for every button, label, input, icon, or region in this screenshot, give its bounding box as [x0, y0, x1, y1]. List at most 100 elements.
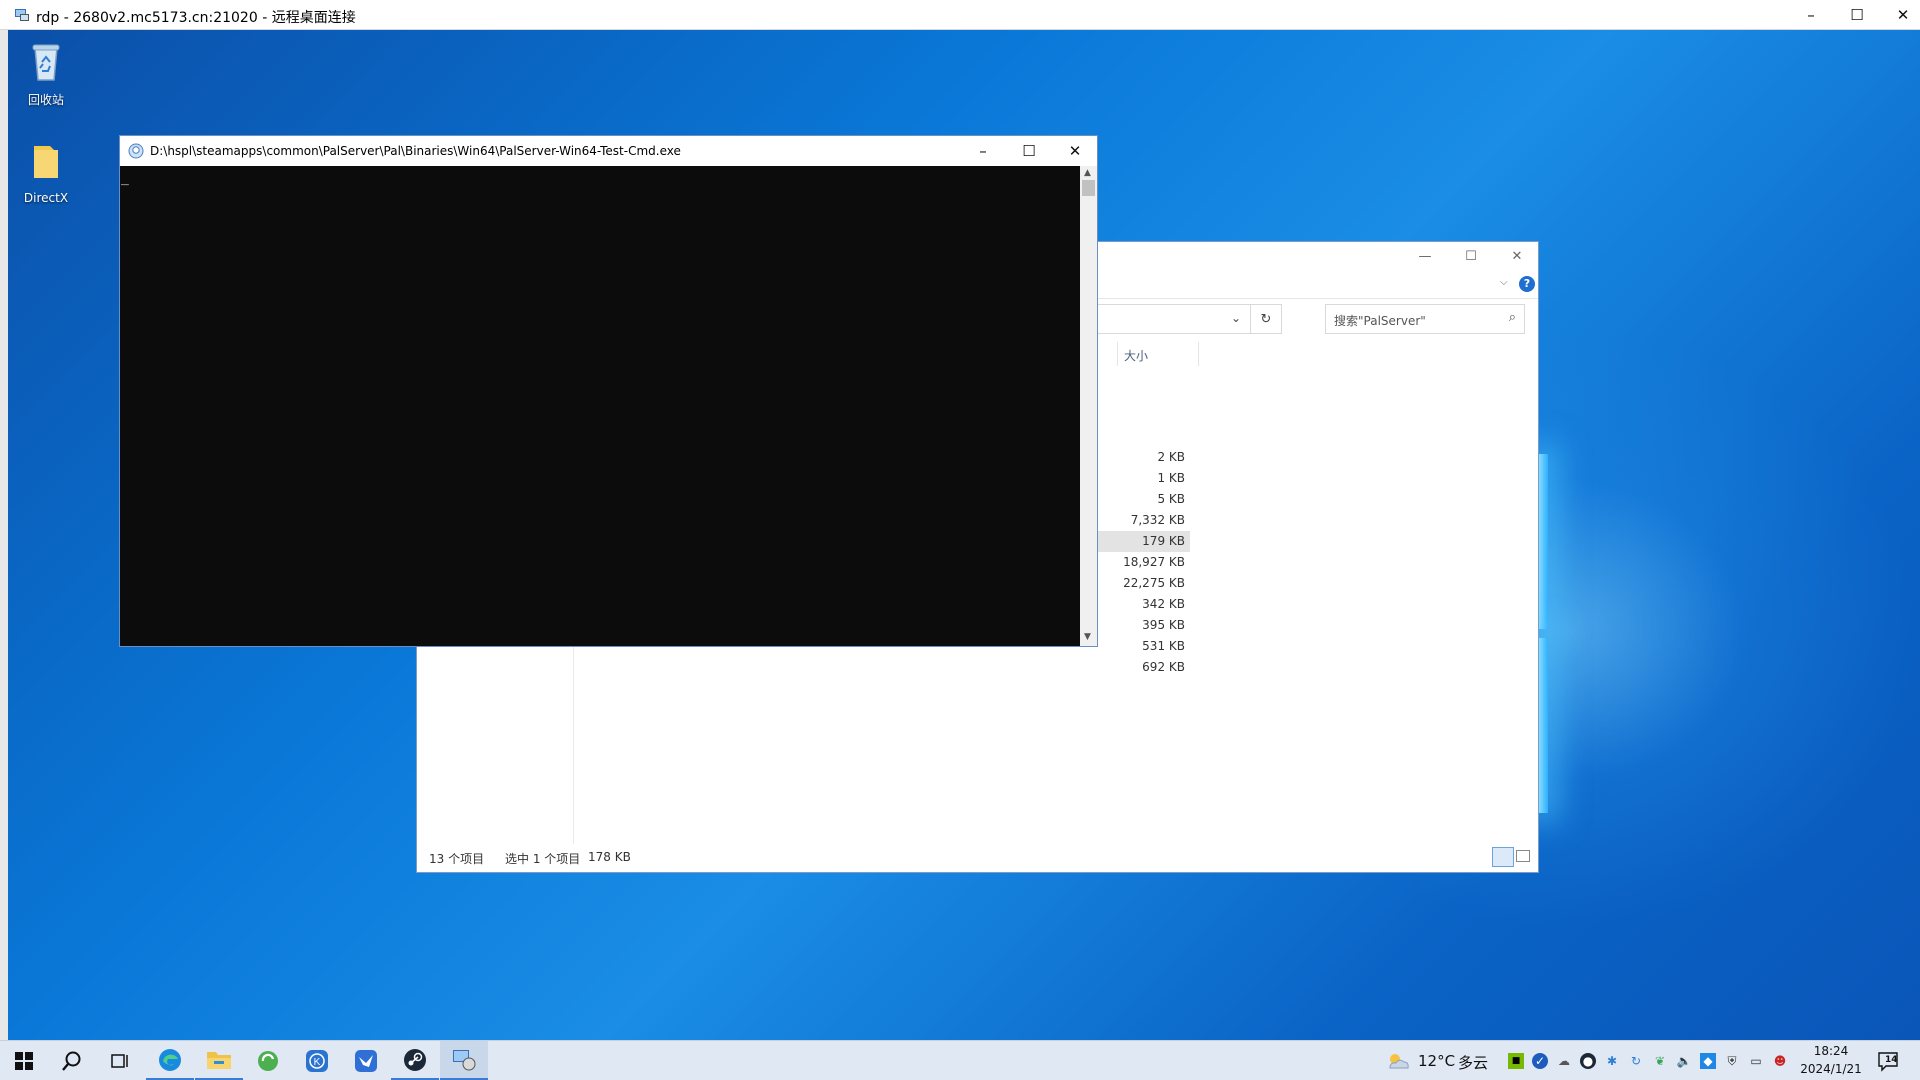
- recycle-bin-icon: [32, 44, 60, 81]
- wallpaper-window-pane: [1538, 638, 1548, 813]
- rdp-close-button[interactable]: ✕: [1880, 0, 1920, 30]
- weather-cloudy-icon[interactable]: [1386, 1051, 1410, 1071]
- taskbar-app-k[interactable]: K: [293, 1041, 341, 1080]
- rdp-left-border: [0, 30, 8, 1040]
- desktop-icon-directx[interactable]: DirectX: [8, 140, 84, 205]
- file-size-cell: 395 KB: [1142, 618, 1185, 632]
- scrollbar-thumb[interactable]: [1082, 180, 1095, 196]
- minimize-icon: –: [979, 142, 987, 160]
- search-box[interactable]: 搜索"PalServer" ⌕: [1325, 304, 1525, 334]
- clock-time[interactable]: 18:24: [1800, 1044, 1862, 1058]
- minimize-icon: –: [1807, 6, 1815, 24]
- svg-text:K: K: [314, 1057, 321, 1068]
- task-view-button[interactable]: [96, 1041, 144, 1080]
- taskbar-app-palserver[interactable]: [440, 1041, 488, 1080]
- cmd-window[interactable]: D:\hspl\steamapps\common\PalServer\Pal\B…: [119, 135, 1098, 647]
- sync-icon[interactable]: ↻: [1628, 1053, 1644, 1069]
- bird-app-icon: [355, 1050, 377, 1072]
- file-size-cell: 1 KB: [1157, 471, 1185, 485]
- taskbar-app-edge[interactable]: [146, 1041, 194, 1080]
- security-shield-icon[interactable]: ⛨: [1724, 1053, 1740, 1069]
- search-button[interactable]: [48, 1041, 96, 1080]
- taskbar-app-steam[interactable]: [391, 1041, 439, 1080]
- start-button[interactable]: [0, 1041, 48, 1080]
- file-size-cell: 692 KB: [1142, 660, 1185, 674]
- file-list-row[interactable]: 692 KB: [417, 657, 1538, 678]
- explorer-minimize-button[interactable]: —: [1402, 242, 1448, 270]
- details-view-icon[interactable]: [1492, 847, 1514, 867]
- desktop-icon-label: DirectX: [23, 191, 69, 205]
- green-refresh-app-icon: [258, 1051, 278, 1071]
- weather-description[interactable]: 多云: [1458, 1052, 1488, 1073]
- search-placeholder: 搜索"PalServer": [1334, 314, 1426, 328]
- address-dropdown-icon[interactable]: ⌄: [1231, 311, 1241, 325]
- edge-browser-icon: [159, 1048, 181, 1071]
- column-header-size[interactable]: 大小: [1117, 342, 1199, 366]
- rdp-titlebar[interactable]: rdp - 2680v2.mc5173.cn:21020 - 远程桌面连接 – …: [0, 0, 1920, 30]
- file-size-cell: 22,275 KB: [1123, 576, 1185, 590]
- network-icon[interactable]: ▭: [1748, 1053, 1764, 1069]
- network-app-icon[interactable]: ✱: [1604, 1053, 1620, 1069]
- file-explorer-icon: [207, 1051, 231, 1069]
- explorer-close-button[interactable]: ✕: [1494, 242, 1540, 270]
- clock-date[interactable]: 2024/1/21: [1796, 1062, 1866, 1076]
- task-view-icon: [111, 1054, 128, 1068]
- notification-count: 14: [1885, 1055, 1898, 1065]
- ribbon-expand-icon[interactable]: ⌵: [1500, 277, 1508, 288]
- file-size-cell: 2 KB: [1157, 450, 1185, 464]
- file-size-cell: 531 KB: [1142, 639, 1185, 653]
- maximize-icon: ☐: [1850, 6, 1864, 24]
- qq-icon[interactable]: ☻: [1772, 1053, 1788, 1069]
- maximize-icon: ☐: [1465, 248, 1477, 264]
- scroll-up-icon[interactable]: ▲: [1084, 168, 1091, 178]
- nvidia-icon[interactable]: ■: [1508, 1053, 1524, 1069]
- file-size-cell: 342 KB: [1142, 597, 1185, 611]
- check-shield-icon[interactable]: ✓: [1532, 1053, 1548, 1069]
- cmd-titlebar[interactable]: D:\hspl\steamapps\common\PalServer\Pal\B…: [120, 136, 1097, 166]
- bird-tray-icon[interactable]: ◆: [1700, 1053, 1716, 1069]
- taskbar-app-green[interactable]: [244, 1041, 292, 1080]
- search-icon: [62, 1051, 81, 1071]
- notification-center-button[interactable]: 14: [1876, 1049, 1900, 1073]
- palserver-taskbar-icon: [453, 1049, 476, 1070]
- desktop-icon-label: 回收站: [27, 93, 64, 107]
- maximize-icon: ☐: [1022, 142, 1036, 160]
- green-leaf-icon[interactable]: ❦: [1652, 1053, 1668, 1069]
- help-icon[interactable]: ?: [1519, 276, 1535, 292]
- remote-desktop-icon: [15, 9, 29, 21]
- cloud-icon[interactable]: ☁: [1556, 1053, 1572, 1069]
- scroll-down-icon[interactable]: ▼: [1084, 632, 1091, 642]
- rdp-window-title: rdp - 2680v2.mc5173.cn:21020 - 远程桌面连接: [36, 10, 356, 26]
- console-cursor: _: [121, 171, 129, 186]
- windows-logo-icon: [15, 1052, 33, 1070]
- status-selected: 选中 1 个项目: [505, 852, 581, 866]
- taskbar-app-bird[interactable]: [342, 1041, 390, 1080]
- close-icon: ✕: [1068, 142, 1082, 160]
- k-app-icon: K: [306, 1050, 328, 1072]
- file-size-cell: 5 KB: [1157, 492, 1185, 506]
- large-icons-view-icon[interactable]: [1516, 850, 1530, 862]
- cmd-window-title: D:\hspl\steamapps\common\PalServer\Pal\B…: [150, 144, 681, 158]
- cmd-scrollbar[interactable]: ▲ ▼: [1080, 166, 1097, 646]
- folder-icon: [34, 146, 58, 178]
- close-icon: ✕: [1896, 6, 1910, 24]
- cmd-minimize-button[interactable]: –: [960, 136, 1006, 166]
- search-icon[interactable]: ⌕: [1509, 310, 1516, 325]
- taskbar-app-file-explorer[interactable]: [195, 1041, 243, 1080]
- steam-icon: [404, 1048, 426, 1071]
- refresh-icon[interactable]: ↻: [1250, 305, 1281, 333]
- cmd-maximize-button[interactable]: ☐: [1006, 136, 1052, 166]
- steam-tray-icon[interactable]: ●: [1580, 1053, 1596, 1069]
- volume-icon[interactable]: 🔈: [1676, 1053, 1692, 1069]
- explorer-maximize-button[interactable]: ☐: [1448, 242, 1494, 270]
- file-size-cell: 179 KB: [1142, 534, 1185, 548]
- column-header-label: 大小: [1124, 349, 1149, 363]
- rdp-maximize-button[interactable]: ☐: [1834, 0, 1880, 30]
- close-icon: ✕: [1511, 248, 1523, 264]
- status-bar: 13 个项目 选中 1 个项目 178 KB: [417, 842, 1538, 872]
- weather-temperature[interactable]: 12°C: [1418, 1052, 1455, 1070]
- cmd-close-button[interactable]: ✕: [1052, 136, 1098, 166]
- desktop-icon-recycle-bin[interactable]: 回收站: [8, 40, 84, 108]
- rdp-minimize-button[interactable]: –: [1788, 0, 1834, 30]
- status-item-count: 13 个项目: [429, 852, 485, 866]
